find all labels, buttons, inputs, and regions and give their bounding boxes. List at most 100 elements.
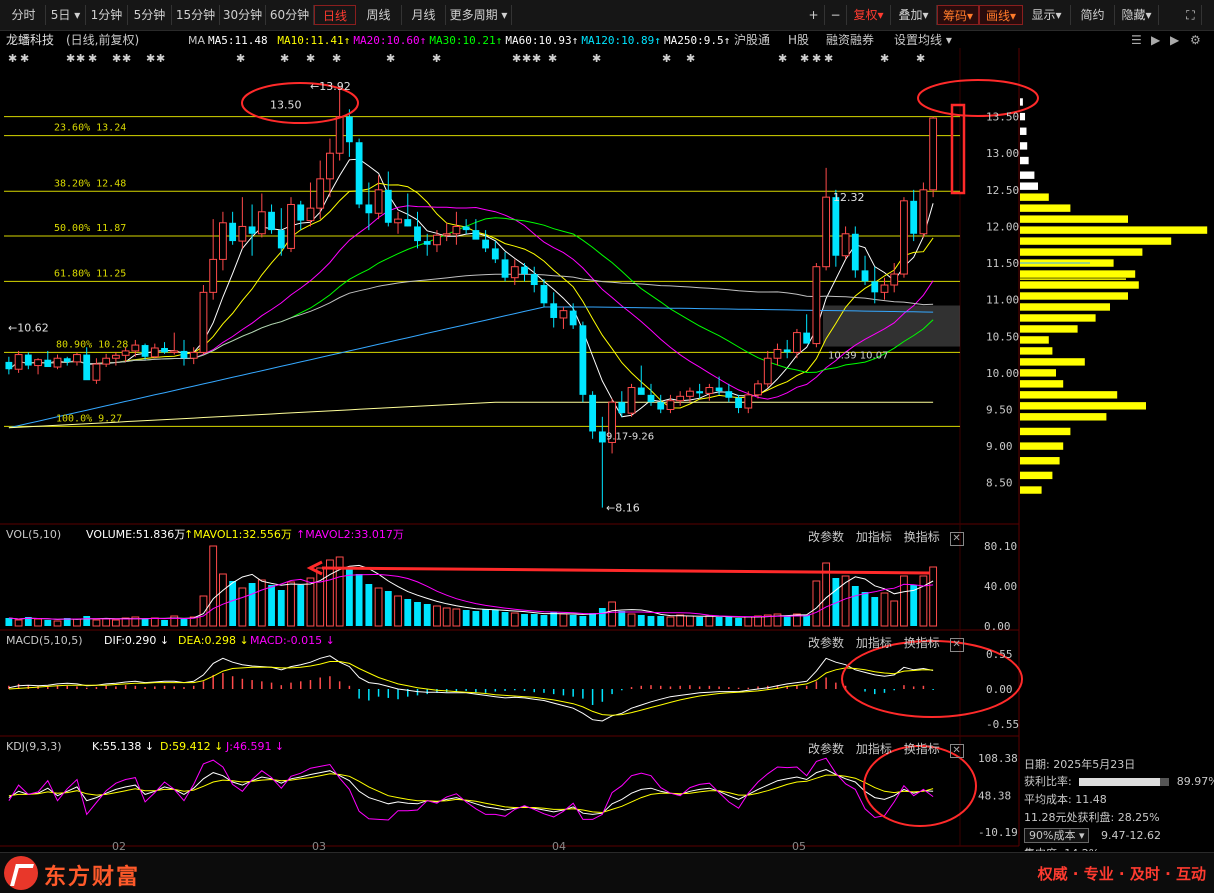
- period-tab-7[interactable]: 日线: [314, 5, 356, 25]
- vol-bar-3: [34, 618, 42, 627]
- cost-select[interactable]: 90%成本 ▾: [1024, 828, 1090, 843]
- chip-bar-4: [1020, 427, 1071, 436]
- vol-bar-16: [161, 620, 168, 626]
- candle-26: [257, 193, 266, 238]
- kdj-ylabel-0: 108.38: [978, 752, 1018, 765]
- profit-ratio-value: 89.97%: [1176, 775, 1214, 788]
- annotation-range: 9.17-9.26: [606, 432, 654, 443]
- chip-bar-10: [1020, 358, 1085, 366]
- candle-45: [442, 222, 451, 242]
- side-tool-icon-3: ⚙: [1190, 33, 1201, 47]
- period-tab-10[interactable]: 更多周期 ▾: [446, 5, 512, 25]
- edit-params-button[interactable]: 改参数: [808, 530, 844, 544]
- candle-body: [268, 211, 275, 231]
- macd-dea-line: [8, 661, 934, 716]
- add-indicator-button[interactable]: 加指标: [856, 742, 892, 756]
- candle-body: [355, 142, 363, 205]
- period-tab-8[interactable]: 周线: [356, 5, 402, 25]
- vol-bar-17: [170, 615, 179, 627]
- star-marker-25: ✱: [824, 52, 833, 65]
- add-indicator-button[interactable]: 加指标: [856, 530, 892, 544]
- main-ylabel-9: 9.00: [986, 440, 1013, 453]
- add-indicator-button[interactable]: 加指标: [856, 636, 892, 650]
- side-tool-icon-0: ☰: [1131, 33, 1142, 47]
- candle-body: [121, 350, 130, 356]
- fib-label-3: 61.80% 11.25: [54, 268, 126, 279]
- vol-bar-91: [890, 600, 899, 627]
- period-tab-0[interactable]: 分时: [2, 5, 46, 25]
- vol-bar-57: [559, 613, 568, 627]
- candle-body: [919, 189, 928, 235]
- period-tab-6[interactable]: 60分钟: [266, 5, 314, 25]
- period-tab-1[interactable]: 5日 ▾: [46, 5, 86, 25]
- candle-88: [861, 255, 869, 286]
- candle-51: [501, 252, 509, 282]
- period-tab-5[interactable]: 30分钟: [220, 5, 266, 25]
- toolbar-btn-3[interactable]: 叠加▾: [891, 5, 937, 25]
- fullscreen-icon[interactable]: ⛶: [1180, 5, 1202, 25]
- vol-bar-20: [199, 595, 208, 627]
- close-icon[interactable]: ✕: [949, 532, 964, 546]
- switch-indicator-button[interactable]: 换指标: [904, 636, 940, 650]
- fib-label-2: 50.00% 11.87: [54, 223, 126, 234]
- chip-info-panel: 日期: 2025年5月23日 获利比率: 89.97% 平均成本: 11.48 …: [1019, 752, 1214, 852]
- vol-bar-92: [900, 575, 908, 627]
- annotation-high: ←13.92: [310, 80, 351, 93]
- candle-63: [618, 391, 626, 417]
- candle-body: [589, 394, 597, 432]
- macd-dea: DEA:0.298 ↓: [178, 634, 249, 647]
- edit-params-button[interactable]: 改参数: [808, 636, 844, 650]
- switch-indicator-button[interactable]: 换指标: [904, 530, 940, 544]
- edit-params-button[interactable]: 改参数: [808, 742, 844, 756]
- candle-body: [705, 387, 714, 394]
- toolbar-btn-5[interactable]: 画线▾: [979, 5, 1023, 25]
- candle-body: [219, 222, 227, 260]
- candle-body: [394, 218, 402, 224]
- macd-dif-line: [8, 655, 934, 722]
- vol-bar-38: [374, 587, 383, 627]
- vol-mavol1: ↑MAVOL1:32.556万: [184, 528, 292, 541]
- star-marker-0: ✱: [8, 52, 17, 65]
- candle-body: [744, 394, 753, 409]
- toolbar-btn-2[interactable]: 复权▾: [847, 5, 891, 25]
- candle-body: [773, 348, 782, 359]
- candle-50: [491, 241, 499, 264]
- toolbar-btn-8[interactable]: 隐藏▾: [1115, 5, 1159, 25]
- candle-32: [316, 160, 325, 220]
- toolbar-btn-7[interactable]: 简约: [1071, 5, 1115, 25]
- toolbar-btn-4[interactable]: 筹码▾: [937, 5, 979, 25]
- chip-bar-15: [1020, 303, 1110, 311]
- macd-dif: DIF:0.290 ↓: [104, 634, 169, 647]
- vol-bar-27: [268, 585, 275, 626]
- candle-body: [14, 354, 23, 370]
- candle-body: [73, 354, 81, 363]
- main-ylabel-3: 12.00: [986, 220, 1019, 233]
- star-marker-13: ✱: [386, 52, 395, 65]
- period-tab-3[interactable]: 5分钟: [128, 5, 172, 25]
- ma-item-2: MA20:10.60↑: [353, 34, 426, 47]
- period-tab-4[interactable]: 15分钟: [172, 5, 220, 25]
- candle-0: [5, 356, 13, 375]
- toolbar-btn-0[interactable]: +: [803, 5, 825, 25]
- candle-body: [890, 273, 899, 286]
- toolbar-btn-1[interactable]: −: [825, 5, 847, 25]
- annotation-low: ←8.16: [606, 502, 640, 515]
- chip-bar-32: [1020, 98, 1023, 106]
- toolbar-btn-6[interactable]: 显示▾: [1023, 5, 1071, 25]
- fib-label-1: 38.20% 12.48: [54, 178, 126, 189]
- switch-indicator-button[interactable]: 换指标: [904, 742, 940, 756]
- close-icon[interactable]: ✕: [949, 638, 964, 652]
- period-tab-9[interactable]: 月线: [402, 5, 446, 25]
- profit-ratio-row: 获利比率: 89.97%: [1024, 773, 1214, 789]
- candle-body: [433, 234, 441, 246]
- kdj-k-line: [8, 768, 934, 815]
- period-tab-2[interactable]: 1分钟: [86, 5, 128, 25]
- vol-bar-60: [589, 613, 597, 626]
- header-link-3: 设置均线 ▾: [894, 33, 952, 47]
- candle-body: [150, 347, 159, 358]
- close-icon[interactable]: ✕: [949, 744, 964, 758]
- vol-bar-70: [686, 615, 694, 627]
- candle-body: [676, 395, 685, 402]
- header-link-0: 沪股通: [734, 33, 770, 47]
- star-marker-9: ✱: [236, 52, 245, 65]
